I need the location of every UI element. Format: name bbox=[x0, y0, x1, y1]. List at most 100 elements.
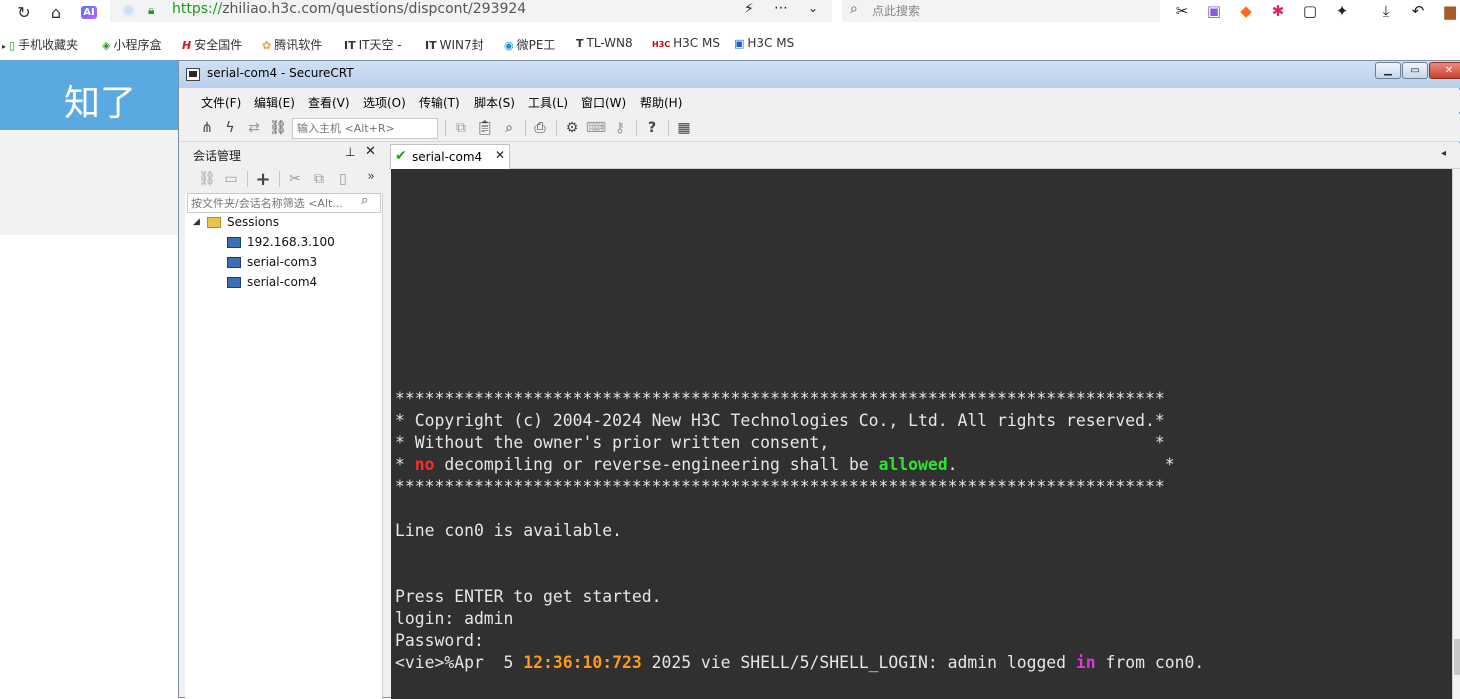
menu-options[interactable]: 选项(O) bbox=[363, 94, 406, 111]
close-panel-icon[interactable]: ✕ bbox=[365, 144, 376, 159]
search-box[interactable]: ⌕ 点此搜索 bbox=[842, 0, 1160, 22]
scrollbar-thumb[interactable] bbox=[1454, 639, 1460, 675]
menu-file[interactable]: 文件(F) bbox=[201, 94, 241, 111]
copy-icon[interactable]: ⧉ bbox=[451, 118, 471, 138]
quick-connect-icon[interactable]: ϟ bbox=[220, 118, 240, 138]
term-text: <vie>%Apr 5 bbox=[395, 653, 524, 672]
chevron-down-icon[interactable]: ⌄ bbox=[808, 1, 818, 15]
menu-help[interactable]: 帮助(H) bbox=[640, 94, 682, 111]
session-filter-input[interactable] bbox=[187, 193, 381, 213]
copy-icon[interactable]: ⧉ bbox=[309, 169, 329, 189]
link-icon[interactable]: ⛓ bbox=[197, 169, 217, 189]
help-icon[interactable]: ? bbox=[642, 118, 662, 138]
add-icon[interactable]: + bbox=[253, 169, 273, 190]
bookmark-9[interactable]: H3C H3C MS bbox=[652, 36, 720, 50]
bookmark-1[interactable]: ▸ ▯ 手机收藏夹 bbox=[2, 36, 78, 53]
tab-scroll-left-icon[interactable]: ◂ bbox=[1441, 148, 1446, 159]
term-keyword-allowed: allowed bbox=[878, 455, 948, 474]
session-label: serial-com4 bbox=[247, 275, 318, 289]
maximize-button[interactable]: ▭ bbox=[1402, 62, 1428, 79]
tree-root-sessions[interactable]: ◢ Sessions bbox=[193, 215, 279, 229]
pin-icon[interactable]: ⊥ bbox=[345, 145, 355, 159]
url-scheme: https:// bbox=[172, 1, 223, 17]
toolbar-separator bbox=[247, 171, 248, 187]
url-text: https://zhiliao.h3c.com/questions/dispco… bbox=[172, 1, 526, 17]
bookmark-label: 小程序盒 bbox=[113, 38, 162, 52]
main-toolbar: ⋔ ϟ ⇄ ⛓ ⧉ 📋︎ ⌕ ⎙ ⚙ ⌨ ⚷ ? ▦ bbox=[179, 114, 1460, 142]
session-tab-bar: ✔ serial-com4 ✕ ◂ bbox=[389, 143, 1460, 169]
extensions-icon[interactable]: ✦ bbox=[1331, 0, 1353, 22]
collapse-icon[interactable]: ◢ bbox=[193, 217, 203, 227]
link-icon[interactable]: ⛓ bbox=[268, 118, 288, 138]
bookmark-label: 安全国件 bbox=[194, 38, 243, 52]
window-titlebar[interactable]: serial-com4 - SecureCRT ▁ ▭ ✕ bbox=[179, 61, 1460, 88]
menu-tools[interactable]: 工具(L) bbox=[528, 94, 568, 111]
bookmark-5[interactable]: IT IT天空 - bbox=[344, 36, 412, 53]
terminal-area[interactable]: ****************************************… bbox=[391, 169, 1452, 699]
new-folder-icon[interactable]: ▭ bbox=[221, 169, 241, 189]
reload-icon[interactable]: ↻ bbox=[11, 0, 37, 24]
session-item[interactable]: 192.168.3.100 bbox=[227, 235, 335, 249]
terminal-line: ****************************************… bbox=[395, 389, 1165, 408]
bookmarks-bar: ▸ ▯ 手机收藏夹 ◈ 小程序盒 H 安全国件 ✿ 腾讯软件 IT IT天空 - IT WIN… bbox=[0, 32, 1460, 56]
menu-view[interactable]: 查看(V) bbox=[308, 94, 350, 111]
close-button[interactable]: ✕ bbox=[1429, 62, 1460, 79]
download-icon[interactable]: ⤓ bbox=[1375, 0, 1397, 22]
paste-icon[interactable]: ▯ bbox=[333, 169, 353, 189]
bookmark-3[interactable]: H 安全国件 bbox=[182, 36, 250, 53]
menu-window[interactable]: 窗口(W) bbox=[581, 94, 626, 111]
menu-transfer[interactable]: 传输(T) bbox=[419, 94, 460, 111]
term-timestamp: 12:36:10:723 bbox=[523, 653, 642, 672]
briefcase-icon[interactable]: ▆ bbox=[1439, 0, 1460, 22]
terminal-scrollbar[interactable] bbox=[1452, 169, 1460, 699]
find-icon[interactable]: ⌕ bbox=[499, 118, 519, 138]
lightning-icon[interactable]: ⚡︎ bbox=[744, 1, 754, 17]
bookmark-label: 微PE工 bbox=[516, 38, 556, 52]
menu-bar: 文件(F) 编辑(E) 查看(V) 选项(O) 传输(T) 脚本(S) 工具(L… bbox=[179, 90, 1460, 112]
bookmark-4[interactable]: ✿ 腾讯软件 bbox=[262, 36, 332, 53]
bookmark-6[interactable]: IT WIN7封 bbox=[425, 36, 491, 53]
bookmark-8[interactable]: T TL-WN8 bbox=[576, 36, 640, 50]
settings-icon[interactable]: ⚙ bbox=[562, 118, 582, 138]
ai-icon[interactable]: AI bbox=[76, 0, 102, 24]
url-path: zhiliao.h3c.com/questions/dispcont/29392… bbox=[222, 1, 527, 17]
key-icon[interactable]: ⚷ bbox=[610, 118, 630, 138]
session-panel-header: 会话管理 ⊥ ✕ bbox=[185, 143, 383, 165]
session-item[interactable]: serial-com4 bbox=[227, 275, 317, 289]
session-label: serial-com3 bbox=[247, 255, 318, 269]
map-icon[interactable]: ▦ bbox=[674, 118, 694, 138]
window-icon[interactable]: ▢ bbox=[1299, 0, 1321, 22]
minimize-button[interactable]: ▁ bbox=[1375, 62, 1401, 79]
close-tab-icon[interactable]: ✕ bbox=[495, 148, 505, 162]
connect-icon[interactable]: ⋔ bbox=[197, 118, 217, 138]
session-item[interactable]: serial-com3 bbox=[227, 255, 317, 269]
network-icon[interactable]: ✱ bbox=[1267, 0, 1289, 22]
reconnect-icon[interactable]: ⇄ bbox=[244, 118, 264, 138]
translate-icon[interactable]: ▣ bbox=[1203, 0, 1225, 22]
term-text: . * bbox=[947, 455, 1175, 474]
undo-icon[interactable]: ↶ bbox=[1407, 0, 1429, 22]
menu-edit[interactable]: 编辑(E) bbox=[254, 94, 295, 111]
terminal-line: Password: bbox=[395, 631, 484, 650]
game-icon[interactable]: ◆ bbox=[1235, 0, 1257, 22]
site-info-icon[interactable] bbox=[122, 4, 135, 17]
bookmark-10[interactable]: ▣ H3C MS bbox=[734, 36, 800, 50]
bookmark-2[interactable]: ◈ 小程序盒 bbox=[102, 36, 168, 53]
it-icon: IT bbox=[425, 39, 437, 52]
shield-icon: ◈ bbox=[102, 39, 111, 52]
print-icon[interactable]: ⎙ bbox=[530, 118, 550, 138]
more-icon[interactable]: ⋯ bbox=[774, 0, 788, 16]
scissors-icon[interactable]: ✂ bbox=[1171, 0, 1193, 22]
cut-icon[interactable]: ✂ bbox=[285, 169, 305, 189]
bookmark-7[interactable]: ◉ 微PE工 bbox=[504, 36, 562, 53]
host-input[interactable] bbox=[292, 118, 438, 139]
overflow-icon[interactable]: » bbox=[361, 166, 381, 186]
keyboard-icon[interactable]: ⌨ bbox=[586, 118, 606, 138]
tab-serial-com4[interactable]: ✔ serial-com4 ✕ bbox=[390, 144, 510, 169]
h3c-icon: H3C bbox=[652, 40, 671, 49]
search-icon[interactable]: ⌕ bbox=[361, 193, 368, 208]
paste-icon[interactable]: 📋︎ bbox=[475, 118, 495, 138]
home-icon[interactable]: ⌂ bbox=[43, 0, 69, 24]
address-bar[interactable]: 🔒︎ https://zhiliao.h3c.com/questions/dis… bbox=[110, 0, 832, 22]
menu-script[interactable]: 脚本(S) bbox=[474, 94, 515, 111]
